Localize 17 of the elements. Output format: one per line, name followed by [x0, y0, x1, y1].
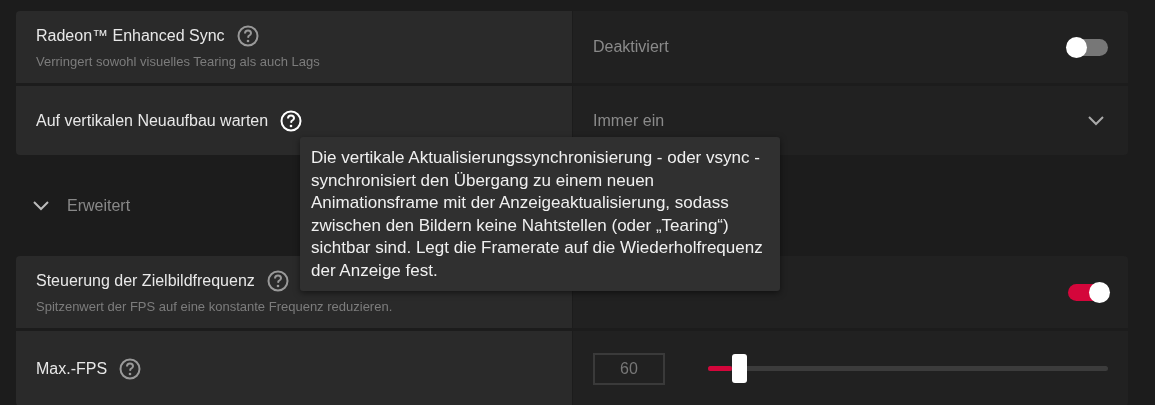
toggle-switch[interactable]: [1068, 283, 1108, 301]
slider[interactable]: [708, 354, 1108, 383]
chevron-icon: [33, 200, 49, 211]
setting-label: Radeon™ Enhanced Sync: [36, 27, 225, 45]
setting-label: Max.-FPS: [36, 359, 108, 378]
status-text: Deaktiviert: [593, 38, 669, 56]
toggle-switch[interactable]: [1068, 38, 1108, 56]
slider-thumb[interactable]: [732, 354, 747, 383]
setting-label: Auf vertikalen Neuaufbau warten: [36, 111, 269, 130]
setting-label: Steuerung der Zielbildfrequenz: [36, 272, 255, 290]
tooltip: Die vertikale Aktualisierungssynchronisierung - oder vsync - synchronisiert den Übergang zu einem neuen Animationsframe mit der Anzeigeaktualisierung, sodass zwischen den Bildern keine Nahtstellen (oder „Tearing“) sichtbar sind. Legt die Framerate auf die Wiederholfrequenz der Anzeige fest.: [300, 137, 780, 291]
advanced-section-toggle[interactable]: Erweitert: [16, 196, 131, 215]
setting-description: Spitzenwert der FPS auf eine konstante Frequenz reduzieren.: [36, 299, 394, 314]
dropdown[interactable]: Immer ein: [593, 111, 1108, 130]
setting-description: Verringert sowohl visuelles Tearing als auch Lags: [36, 54, 321, 69]
chevron-icon: [1088, 115, 1104, 126]
value-field[interactable]: 60: [593, 352, 665, 385]
